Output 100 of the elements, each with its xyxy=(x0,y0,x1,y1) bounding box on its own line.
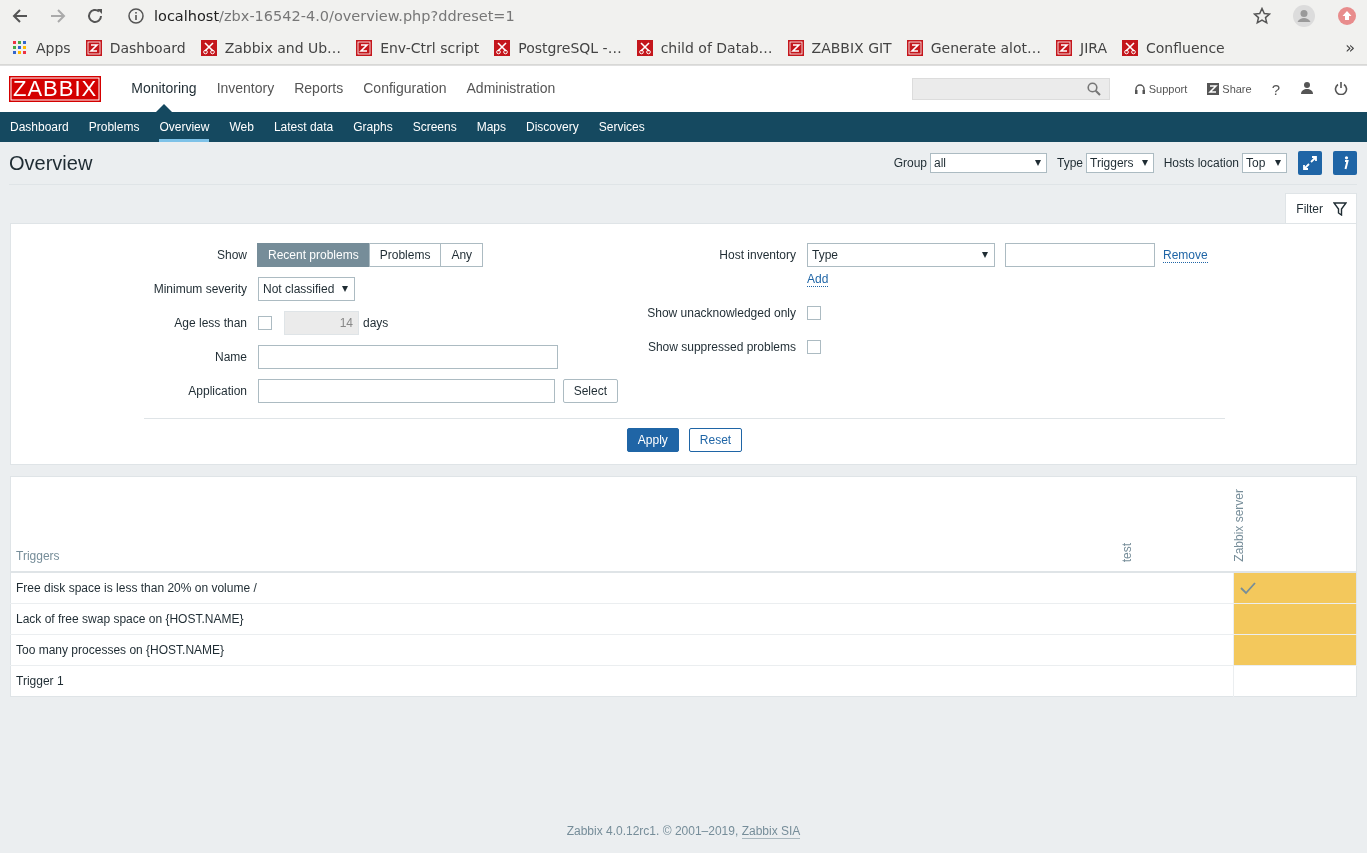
submenu-item[interactable]: Latest data xyxy=(263,112,344,142)
header-link[interactable]: Share xyxy=(1207,83,1252,95)
submenu-item[interactable]: Web xyxy=(219,112,264,142)
search-icon xyxy=(1086,82,1101,96)
dropdown-caret-icon xyxy=(982,252,988,258)
host-column-header: Zabbix server xyxy=(1232,489,1246,562)
trigger-name: Free disk space is less than 20% on volume / xyxy=(10,572,1121,604)
field-label: Show xyxy=(215,248,247,262)
dropdown[interactable]: Triggers xyxy=(1086,153,1154,173)
dropdown[interactable]: all xyxy=(930,153,1048,173)
field-label: Application xyxy=(187,384,247,398)
host-column-header: test xyxy=(1120,542,1134,562)
share-logo-icon xyxy=(1207,83,1220,95)
avatar-icon[interactable] xyxy=(1293,4,1315,27)
fullscreen-button[interactable] xyxy=(1298,151,1322,175)
page-title: Overview xyxy=(9,151,94,175)
bookmark-link[interactable]: Generate alot… xyxy=(906,39,1042,56)
bookmark-link[interactable]: JIRA xyxy=(1056,39,1108,56)
submenu-item[interactable]: Maps xyxy=(466,112,516,142)
dropdown-label: Group xyxy=(893,156,928,170)
dropdown-caret-icon xyxy=(1275,160,1281,166)
headset-icon xyxy=(1133,83,1146,95)
main-menu-item[interactable]: Inventory xyxy=(206,66,285,112)
reload-icon[interactable] xyxy=(86,6,104,25)
filter-tab[interactable]: Filter xyxy=(1285,193,1357,223)
checkbox[interactable] xyxy=(807,306,821,320)
field-label: Age less than xyxy=(173,316,247,330)
submenu-item[interactable]: Discovery xyxy=(516,112,589,142)
header-link[interactable]: Support xyxy=(1133,83,1188,95)
unit-label: days xyxy=(363,316,389,330)
more-bookmarks-button[interactable]: » xyxy=(1345,38,1355,57)
bookmark-favicon-icon xyxy=(1056,39,1073,56)
bookmark-favicon-icon xyxy=(85,39,102,56)
segment-option[interactable]: Problems xyxy=(368,243,442,267)
dropdown-caret-icon xyxy=(1141,160,1148,166)
dropdown-label: Type xyxy=(1057,156,1084,170)
main-menu-item[interactable]: Reports xyxy=(284,66,354,112)
field-label: Host inventory xyxy=(718,248,796,262)
field-label: Name xyxy=(214,350,247,364)
zabbix-logo[interactable]: ZABBIX xyxy=(9,76,102,102)
submenu-item[interactable]: Services xyxy=(588,112,655,142)
inventory-value-field[interactable] xyxy=(1005,243,1155,267)
checkbox[interactable] xyxy=(258,316,272,330)
submenu-item[interactable]: Screens xyxy=(402,112,467,142)
host-status-cell[interactable] xyxy=(1233,603,1357,635)
host-status-cell[interactable] xyxy=(1233,572,1357,604)
bookmark-favicon-icon xyxy=(1122,39,1139,56)
bookmark-favicon-icon xyxy=(636,39,653,56)
address-bar-url[interactable]: localhost/zbx-16542-4.0/overview.php?ddreset=1 xyxy=(154,7,515,24)
bookmark-link[interactable]: Confluence xyxy=(1122,39,1225,56)
checkbox[interactable] xyxy=(807,340,821,354)
bookmark-favicon-icon xyxy=(356,39,373,56)
bookmark-link[interactable]: PostgreSQL -… xyxy=(494,39,622,56)
bookmark-link[interactable]: Env-Ctrl script xyxy=(356,39,480,56)
bookmark-favicon-icon xyxy=(494,39,511,56)
select-button[interactable]: Select xyxy=(562,379,618,403)
info-icon[interactable] xyxy=(128,7,144,24)
severity-dropdown[interactable]: Not classified xyxy=(258,277,356,301)
info-button[interactable] xyxy=(1333,151,1357,175)
help-button[interactable]: ? xyxy=(1271,80,1280,98)
bookmark-link[interactable]: Apps xyxy=(12,39,71,56)
power-icon[interactable] xyxy=(1334,80,1348,95)
remove-link[interactable]: Remove xyxy=(1163,247,1208,263)
bookmark-favicon-icon xyxy=(787,39,804,56)
add-link[interactable]: Add xyxy=(807,272,829,287)
bookmark-favicon-icon xyxy=(906,39,923,56)
column-header: Triggers xyxy=(10,476,1121,572)
apps-grid-icon xyxy=(12,39,28,56)
star-icon[interactable] xyxy=(1253,6,1271,25)
field-label: Minimum severity xyxy=(152,282,247,296)
expand-arrows-icon xyxy=(1303,156,1317,170)
main-menu-item[interactable]: Configuration xyxy=(353,66,457,112)
field-label: Show unacknowledged only xyxy=(646,306,796,320)
bookmark-link[interactable]: ZABBIX GIT xyxy=(787,39,892,56)
inventory-field-dropdown[interactable]: Type xyxy=(807,243,995,267)
submenu-item[interactable]: Overview xyxy=(149,112,220,142)
application-field[interactable] xyxy=(258,379,555,403)
bookmark-link[interactable]: Dashboard xyxy=(85,39,186,56)
name-field[interactable] xyxy=(258,345,558,369)
dropdown-caret-icon xyxy=(1035,160,1042,166)
submenu-item[interactable]: Graphs xyxy=(343,112,403,142)
host-status-cell[interactable] xyxy=(1233,634,1357,666)
segment-option[interactable]: Any xyxy=(440,243,484,267)
submenu-item[interactable]: Dashboard xyxy=(0,112,79,142)
main-menu-item[interactable]: Administration xyxy=(456,66,566,112)
copyright-text: Zabbix 4.0.12rc1. © 2001–2019, Zabbix SIA xyxy=(566,824,801,839)
search-field[interactable] xyxy=(911,78,1110,100)
submenu-item[interactable]: Problems xyxy=(78,112,150,142)
dropdown-label: Hosts location xyxy=(1163,156,1239,170)
trigger-name: Too many processes on {HOST.NAME} xyxy=(10,634,1121,666)
apply-button[interactable]: Apply xyxy=(626,428,679,452)
trigger-name: Lack of free swap space on {HOST.NAME} xyxy=(10,603,1121,635)
bookmark-favicon-icon xyxy=(200,39,217,56)
main-menu-item[interactable]: Monitoring xyxy=(121,66,207,112)
bookmark-link[interactable]: Zabbix and Ub… xyxy=(200,39,342,56)
reset-button[interactable]: Reset xyxy=(688,428,743,452)
dropdown-caret-icon xyxy=(342,286,349,292)
bookmark-link[interactable]: child of Datab… xyxy=(636,39,773,56)
dropdown[interactable]: Top xyxy=(1242,153,1287,173)
user-profile-icon[interactable] xyxy=(1300,80,1314,95)
